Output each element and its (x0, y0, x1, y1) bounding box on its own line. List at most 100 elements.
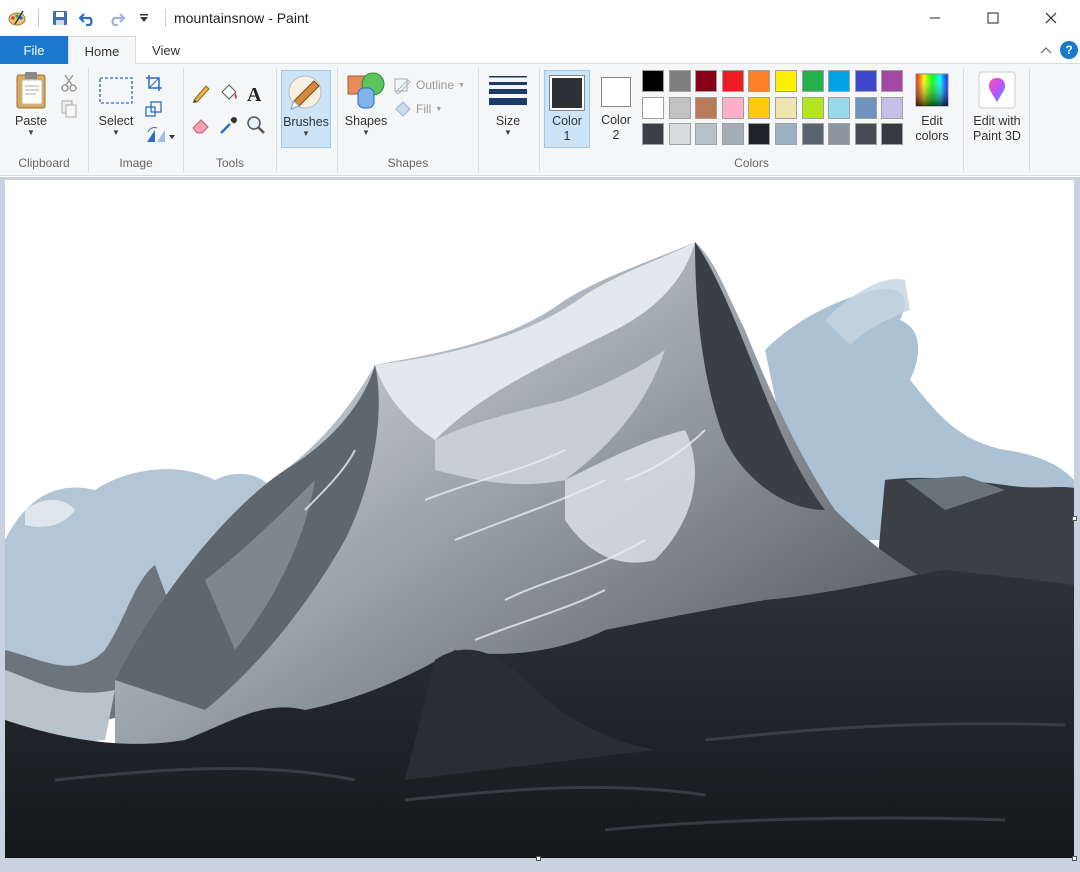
palette-swatch[interactable] (881, 70, 904, 92)
palette-swatch[interactable] (668, 70, 691, 92)
palette-swatch[interactable] (774, 70, 797, 92)
fill-icon (395, 101, 411, 117)
palette-swatch[interactable] (748, 96, 771, 119)
eraser-icon[interactable] (190, 114, 212, 136)
palette-swatch[interactable] (642, 70, 664, 92)
tab-home[interactable]: Home (68, 36, 136, 65)
palette-swatch[interactable] (721, 123, 744, 145)
palette-swatch[interactable] (881, 123, 904, 145)
image-group: Select ▼ Image (89, 68, 184, 172)
color2-label: Color (601, 113, 631, 127)
palette-swatch[interactable] (854, 70, 877, 92)
paste-icon (16, 72, 46, 109)
mountain-snow-painting (5, 180, 1074, 858)
palette-swatch[interactable] (801, 70, 824, 92)
palette-swatch[interactable] (854, 96, 877, 119)
text-icon[interactable]: A (245, 82, 267, 104)
brushes-label: Brushes (283, 115, 329, 129)
edit-colors-icon (915, 73, 949, 107)
palette-swatch[interactable] (721, 70, 744, 92)
size-button[interactable]: Size ▼ (485, 70, 531, 137)
palette-swatch[interactable] (881, 96, 904, 119)
tab-view[interactable]: View (136, 36, 196, 64)
pencil-icon[interactable] (190, 82, 212, 104)
palette-swatch[interactable] (854, 123, 877, 145)
palette-swatch[interactable] (774, 123, 797, 145)
clipboard-group: Paste ▼ Clipboard (0, 68, 89, 172)
palette-swatch[interactable] (695, 96, 718, 119)
size-icon (489, 76, 527, 105)
edit-with-paint3d-button[interactable]: Edit with Paint 3D (966, 70, 1028, 144)
color1-swatch (552, 78, 582, 108)
resize-handle-corner[interactable] (1072, 856, 1077, 861)
palette-swatch[interactable] (695, 123, 718, 145)
paste-dropdown-icon[interactable]: ▼ (8, 129, 54, 137)
shapes-dropdown-icon[interactable]: ▼ (342, 129, 390, 137)
tab-file[interactable]: File (0, 36, 68, 64)
palette-swatch[interactable] (801, 123, 824, 145)
select-button[interactable]: Select ▼ (95, 70, 137, 137)
outline-button[interactable]: Outline ▼ (394, 76, 465, 94)
brushes-dropdown-icon[interactable]: ▼ (282, 130, 330, 138)
crop-icon[interactable] (143, 72, 165, 94)
maximize-button[interactable] (964, 0, 1022, 36)
tools-group: A Tools (184, 68, 277, 172)
color2-button[interactable]: Color 2 (594, 70, 638, 148)
tools-group-label: Tools (215, 156, 244, 170)
drawing-canvas[interactable] (5, 180, 1074, 858)
palette-swatch[interactable] (828, 123, 851, 145)
paste-button[interactable]: Paste ▼ (8, 70, 54, 137)
rotate-icon[interactable] (143, 124, 177, 146)
brush-icon (288, 75, 322, 110)
palette-swatch[interactable] (828, 70, 851, 92)
palette-swatch[interactable] (801, 96, 824, 119)
color1-label: Color (552, 114, 582, 128)
color-picker-icon[interactable] (218, 114, 240, 136)
fill-button[interactable]: Fill ▼ (394, 100, 442, 118)
svg-text:A: A (247, 84, 262, 103)
fill-bucket-icon[interactable] (218, 82, 240, 104)
paint3d-icon (978, 71, 1016, 109)
size-group: Size ▼ (479, 68, 540, 172)
palette-swatch[interactable] (668, 96, 691, 119)
title-bar: mountainsnow - Paint (0, 0, 1080, 36)
color2-swatch (601, 77, 631, 107)
resize-icon[interactable] (143, 98, 165, 120)
copy-icon[interactable] (58, 98, 80, 120)
collapse-ribbon-icon[interactable] (1040, 46, 1052, 54)
palette-swatch[interactable] (828, 96, 851, 119)
color1-button[interactable]: Color 1 (544, 70, 590, 148)
resize-handle-bottom[interactable] (536, 856, 541, 861)
palette-swatch[interactable] (721, 96, 744, 119)
redo-icon[interactable] (105, 7, 127, 29)
color1-swatch-frame (549, 75, 585, 111)
resize-handle-right[interactable] (1072, 516, 1077, 521)
image-group-label: Image (119, 156, 153, 170)
palette-swatch[interactable] (642, 123, 664, 145)
fill-label: Fill (416, 102, 432, 116)
palette-swatch[interactable] (748, 70, 771, 92)
help-button[interactable]: ? (1060, 41, 1078, 59)
clipboard-group-label: Clipboard (18, 156, 70, 170)
paint-app-icon[interactable] (6, 7, 28, 29)
select-dropdown-icon[interactable]: ▼ (95, 129, 137, 137)
edit-colors-button[interactable]: Edit colors (904, 70, 960, 148)
cut-icon[interactable] (58, 72, 80, 94)
separator (38, 9, 39, 27)
palette-swatch[interactable] (642, 96, 664, 119)
shapes-button[interactable]: Shapes ▼ (342, 70, 390, 137)
size-dropdown-icon[interactable]: ▼ (485, 129, 531, 137)
edit-colors-label-2: colors (915, 129, 949, 143)
undo-icon[interactable] (77, 7, 99, 29)
brushes-button[interactable]: Brushes ▼ (281, 70, 331, 148)
save-icon[interactable] (49, 7, 71, 29)
palette-swatch[interactable] (748, 123, 771, 145)
palette-swatch[interactable] (774, 96, 797, 119)
palette-swatch[interactable] (668, 123, 691, 145)
palette-swatch[interactable] (695, 70, 718, 92)
brushes-group: Brushes ▼ (277, 68, 338, 172)
minimize-button[interactable] (906, 0, 964, 36)
magnifier-icon[interactable] (245, 114, 267, 136)
customize-dropdown-icon[interactable] (133, 7, 155, 29)
close-button[interactable] (1022, 0, 1080, 36)
